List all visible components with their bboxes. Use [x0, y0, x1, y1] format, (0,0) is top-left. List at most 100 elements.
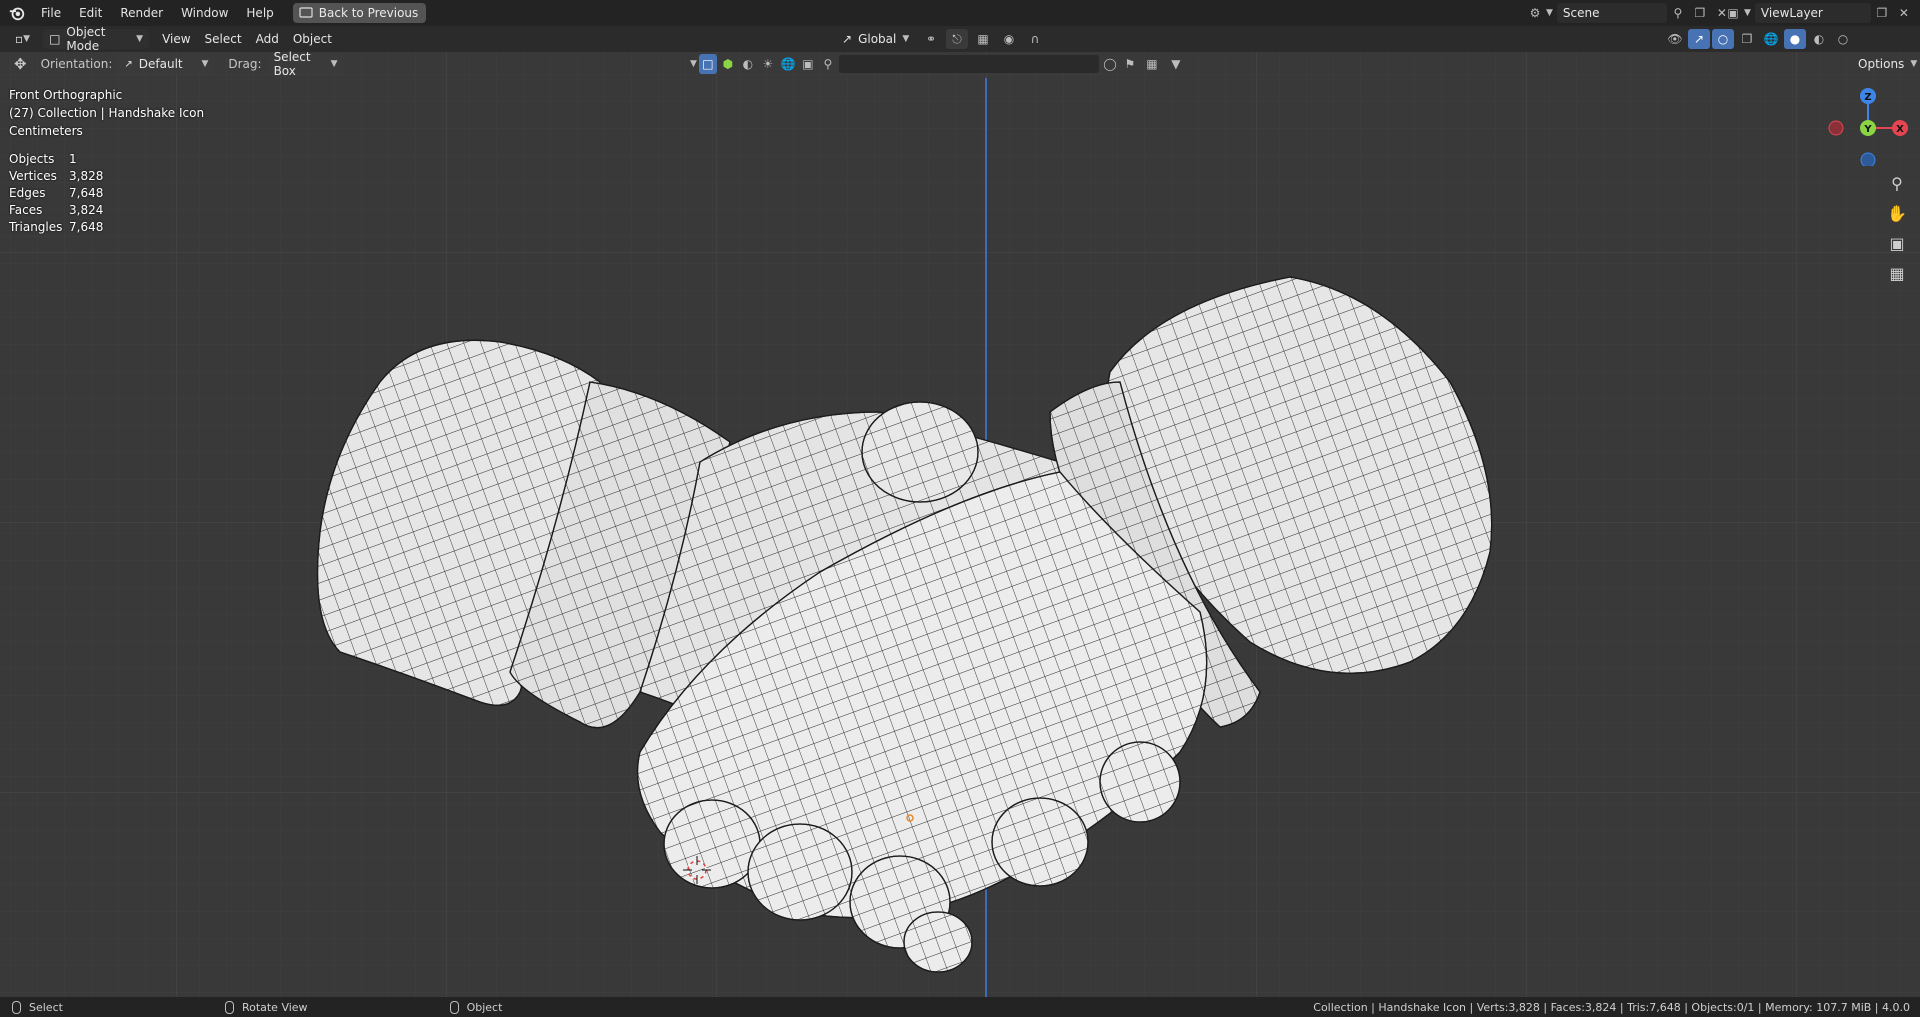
pin-icon[interactable]: ⚲ — [1667, 3, 1689, 23]
chevron-down-icon: ▼ — [902, 34, 910, 44]
chevron-down-icon: ▼ — [1744, 8, 1751, 18]
stat-value: 1 — [69, 151, 77, 166]
menu-render[interactable]: Render — [111, 0, 172, 26]
scene-selector[interactable]: ⚙ ▼ Scene ⚲ ❐ ✕ — [1524, 3, 1733, 23]
top-menu-bar: File Edit Render Window Help Back to Pre… — [0, 0, 1920, 26]
display-mode-icon[interactable]: ▦ — [1141, 54, 1163, 74]
pivot-point-icon[interactable]: ⚭ — [920, 29, 942, 49]
mode-selector[interactable]: □ Object Mode ▼ — [43, 25, 150, 53]
menu-view[interactable]: View — [155, 29, 197, 49]
view-layer-icon: ▣ — [1727, 6, 1739, 20]
camera-view-icon[interactable]: ▣ — [1884, 230, 1910, 256]
sync-icon[interactable]: ◯ — [1101, 54, 1119, 74]
navigation-gizmo[interactable]: Z X Y — [1826, 86, 1910, 166]
status-scene-info: Collection | Handshake Icon | Verts:3,82… — [1313, 1000, 1910, 1014]
gizmo-neg-x-axis — [1828, 120, 1844, 136]
object-filter-icon[interactable]: □ — [698, 54, 717, 74]
solid-shading-icon[interactable]: ● — [1784, 29, 1806, 49]
pan-hand-icon[interactable]: ✋ — [1884, 200, 1910, 226]
orientation-dropdown[interactable]: ↗ Default ▼ — [118, 54, 215, 74]
close-icon[interactable]: ✕ — [1893, 3, 1915, 23]
snap-target-icon[interactable]: ▦ — [972, 29, 994, 49]
stat-label: Triangles — [9, 219, 63, 234]
gizmo-toggle-icon[interactable]: ↗ — [1688, 29, 1710, 49]
chevron-down-icon: ▼ — [1910, 59, 1918, 69]
back-to-previous-label: Back to Previous — [318, 6, 419, 20]
scene-name-field[interactable]: Scene — [1556, 3, 1667, 23]
tool-settings-row: ✥ Orientation: ↗ Default ▼ Drag: Select … — [0, 50, 1920, 78]
viewport-grid — [0, 52, 1920, 997]
stat-value: 7,648 — [69, 219, 104, 234]
light-filter-icon[interactable]: ☀ — [759, 54, 777, 74]
falloff-icon[interactable]: ∩ — [1024, 29, 1046, 49]
ortho-grid-icon[interactable]: ▦ — [1884, 260, 1910, 286]
stat-label: Edges — [9, 185, 46, 200]
bookmark-icon[interactable]: ⚑ — [1121, 54, 1139, 74]
search-icon[interactable]: ⚲ — [819, 54, 837, 74]
zoom-icon[interactable]: ⚲ — [1884, 170, 1910, 196]
menu-file[interactable]: File — [32, 0, 70, 26]
stat-value: 7,648 — [69, 185, 104, 200]
chevron-down-icon: ▼ — [201, 59, 209, 69]
pivot-snap-group: ⚭ ⎋ ▦ ◉ ∩ — [920, 29, 1046, 49]
status-object-label: Object — [466, 1000, 503, 1014]
menu-object[interactable]: Object — [286, 29, 339, 49]
gizmo-z-label: Z — [1864, 92, 1871, 103]
snap-icon[interactable]: ⎋ — [946, 29, 968, 49]
scene-statistics: Objects 1 Vertices 3,828 Edges 7,648 Faces 3… — [9, 150, 103, 235]
world-filter-icon[interactable]: 🌐 — [779, 54, 797, 74]
stat-value: 3,828 — [69, 168, 104, 183]
stat-row: Faces 3,824 — [9, 201, 103, 218]
gizmo-neg-z-axis — [1860, 152, 1876, 166]
transform-orientation-selector[interactable]: ↗ Global ▼ — [836, 29, 912, 49]
view-layer-selector[interactable]: ▣ ▼ ViewLayer ❐ ✕ — [1722, 3, 1915, 23]
outliner-search-input[interactable] — [838, 55, 1099, 73]
3d-viewport[interactable] — [0, 52, 1920, 997]
options-dropdown[interactable]: Options ▼ — [1852, 54, 1918, 74]
drag-label: Drag: — [228, 57, 262, 71]
camera-filter-icon[interactable]: ▣ — [799, 54, 817, 74]
menu-add[interactable]: Add — [249, 29, 286, 49]
editor-type-icon: ▫ — [15, 32, 24, 46]
editor-type-selector[interactable]: ▫ ▼ — [8, 29, 37, 49]
chevron-down-icon[interactable]: ▼ — [690, 59, 697, 69]
drag-dropdown[interactable]: Select Box ▼ — [267, 50, 344, 78]
material-shading-icon[interactable]: ◐ — [1808, 29, 1830, 49]
back-to-previous-button[interactable]: Back to Previous — [292, 3, 427, 23]
gizmo-y-label: Y — [1863, 124, 1872, 135]
orientation-value: Default — [138, 57, 183, 71]
status-select-hint: Select — [0, 1000, 63, 1014]
wireframe-shading-icon[interactable]: 🌐 — [1760, 29, 1782, 49]
filter-icon[interactable]: ▼ — [1165, 54, 1187, 74]
menu-window[interactable]: Window — [172, 0, 237, 26]
mesh-filter-icon[interactable]: ⬢ — [719, 54, 737, 74]
right-mouse-icon — [449, 1000, 459, 1014]
menu-select[interactable]: Select — [198, 29, 249, 49]
mode-label: Object Mode — [66, 25, 106, 53]
stat-label: Vertices — [9, 168, 57, 183]
outliner-filter-strip: ▼ □ ⬢ ◐ ☀ 🌐 ▣ ⚲ ◯ ⚑ ▦ ▼ — [690, 54, 1187, 74]
menu-edit[interactable]: Edit — [70, 0, 111, 26]
chevron-down-icon: ▼ — [330, 59, 338, 69]
copy-layer-icon[interactable]: ❐ — [1871, 3, 1893, 23]
move-tool-icon[interactable]: ✥ — [14, 55, 27, 73]
view-name: Front Orthographic — [9, 88, 123, 102]
rendered-shading-icon[interactable]: ○ — [1832, 29, 1854, 49]
visibility-icon[interactable]: 👁 — [1664, 29, 1686, 49]
viewport-info-overlay: Front Orthographic (27) Collection | Han… — [9, 86, 204, 140]
gizmo-x-label: X — [1896, 124, 1904, 135]
viewport-display-group: 👁 ↗ ○ ❐ 🌐 ● ◐ ○ — [1664, 29, 1854, 49]
status-bar: Select Rotate View Object Collection | H… — [0, 997, 1920, 1017]
view-layer-field[interactable]: ViewLayer — [1754, 3, 1871, 23]
copy-scene-icon[interactable]: ❐ — [1689, 3, 1711, 23]
blender-logo-icon[interactable] — [8, 4, 26, 22]
stat-label: Objects — [9, 151, 55, 166]
proportional-edit-icon[interactable]: ◉ — [998, 29, 1020, 49]
drag-value: Select Box — [273, 50, 311, 78]
overlay-toggle-icon[interactable]: ○ — [1712, 29, 1734, 49]
menu-help[interactable]: Help — [237, 0, 282, 26]
orientation-icon: ↗ — [842, 32, 853, 46]
material-filter-icon[interactable]: ◐ — [739, 54, 757, 74]
scene-name: Scene — [1562, 6, 1600, 20]
xray-icon[interactable]: ❐ — [1736, 29, 1758, 49]
